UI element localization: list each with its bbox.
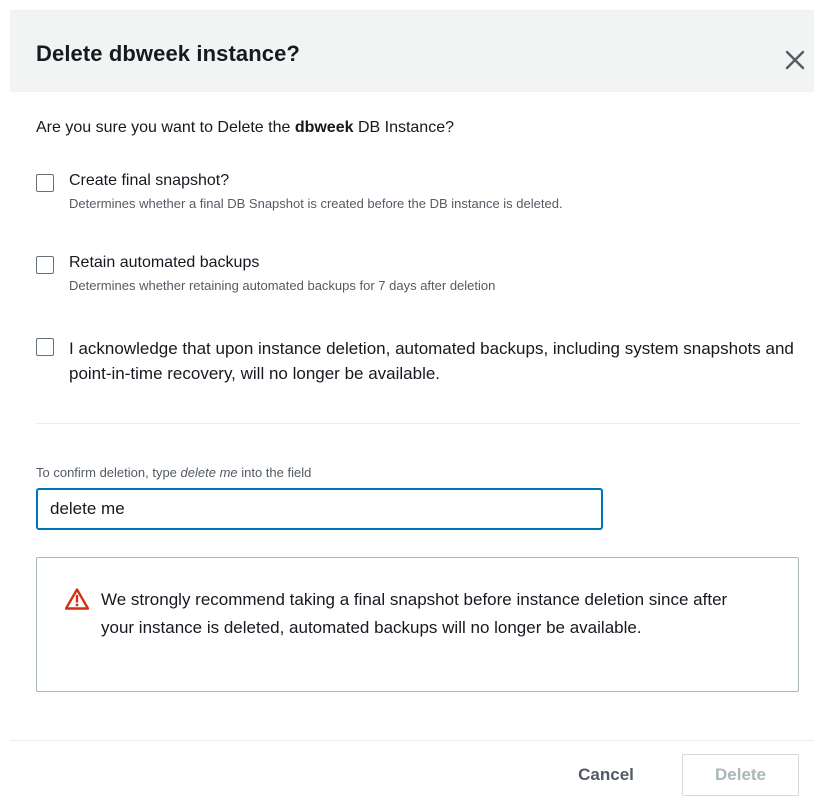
final-snapshot-description: Determines whether a final DB Snapshot i… (69, 196, 563, 211)
warning-text: We strongly recommend taking a final sna… (101, 590, 728, 637)
retain-backups-description: Determines whether retaining automated b… (69, 278, 496, 293)
final-snapshot-label: Create final snapshot? (69, 172, 230, 189)
close-icon (785, 50, 805, 70)
final-snapshot-checkbox[interactable] (36, 174, 54, 192)
warning-alert: We strongly recommend taking a final sna… (36, 557, 799, 692)
acknowledge-label: I acknowledge that upon instance deletio… (69, 339, 794, 383)
question-suffix: DB Instance? (353, 119, 454, 136)
confirm-label-prefix: To confirm deletion, type (36, 465, 181, 480)
close-button[interactable] (782, 47, 808, 73)
confirmation-question: Are you sure you want to Delete the dbwe… (36, 119, 454, 137)
instance-name: dbweek (294, 119, 354, 136)
retain-backups-checkbox[interactable] (36, 256, 54, 274)
confirm-keyword: delete me (180, 465, 238, 480)
confirm-label-suffix: into the field (237, 465, 312, 480)
acknowledge-checkbox[interactable] (36, 338, 54, 356)
section-divider (36, 423, 800, 424)
confirm-deletion-input[interactable] (36, 488, 603, 530)
modal-header: Delete dbweek instance? (10, 10, 814, 92)
warning-icon (64, 588, 90, 610)
retain-backups-label: Retain automated backups (69, 254, 260, 271)
footer-divider (10, 740, 814, 741)
delete-button[interactable]: Delete (682, 754, 799, 796)
confirm-instruction: To confirm deletion, type delete me into… (36, 465, 311, 480)
question-prefix: Are you sure you want to Delete the (36, 119, 295, 136)
cancel-button[interactable]: Cancel (558, 754, 654, 796)
delete-instance-modal: Delete dbweek instance? Are you sure you… (0, 0, 814, 802)
modal-title: Delete dbweek instance? (36, 41, 300, 66)
